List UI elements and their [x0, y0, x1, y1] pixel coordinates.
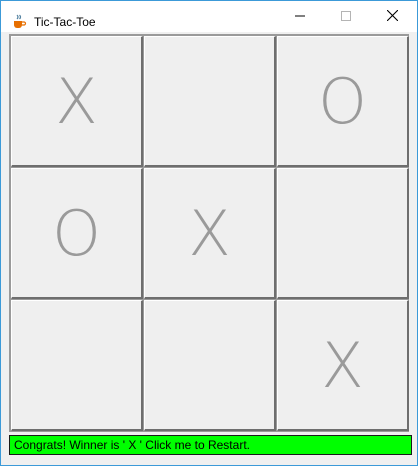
app-window: Tic-Tac-Toe X O O X X Congrats! Winner i…: [0, 0, 418, 466]
board-cell-r3-c2[interactable]: [144, 300, 276, 431]
java-cup-icon: [11, 13, 27, 29]
board-cell-r1-c2[interactable]: [144, 36, 276, 167]
restart-status-bar[interactable]: Congrats! Winner is ' X ' Click me to Re…: [9, 435, 412, 455]
board-cell-r3-c3[interactable]: X: [277, 300, 409, 431]
board-cell-r2-c2[interactable]: X: [144, 168, 276, 299]
close-button[interactable]: [369, 1, 415, 32]
minimize-button[interactable]: [277, 1, 323, 32]
close-icon: [386, 8, 398, 26]
board-cell-r2-c3[interactable]: [277, 168, 409, 299]
minimize-icon: [295, 8, 305, 26]
maximize-button[interactable]: [323, 1, 369, 32]
board-cell-r3-c1[interactable]: [11, 300, 143, 431]
board-cell-r1-c1[interactable]: X: [11, 36, 143, 167]
maximize-icon: [341, 8, 351, 26]
window-title: Tic-Tac-Toe: [34, 15, 96, 29]
title-bar[interactable]: Tic-Tac-Toe: [1, 1, 417, 32]
board-cell-r1-c3[interactable]: O: [277, 36, 409, 167]
board-cell-r2-c1[interactable]: O: [11, 168, 143, 299]
game-board: X O O X X: [9, 34, 409, 432]
